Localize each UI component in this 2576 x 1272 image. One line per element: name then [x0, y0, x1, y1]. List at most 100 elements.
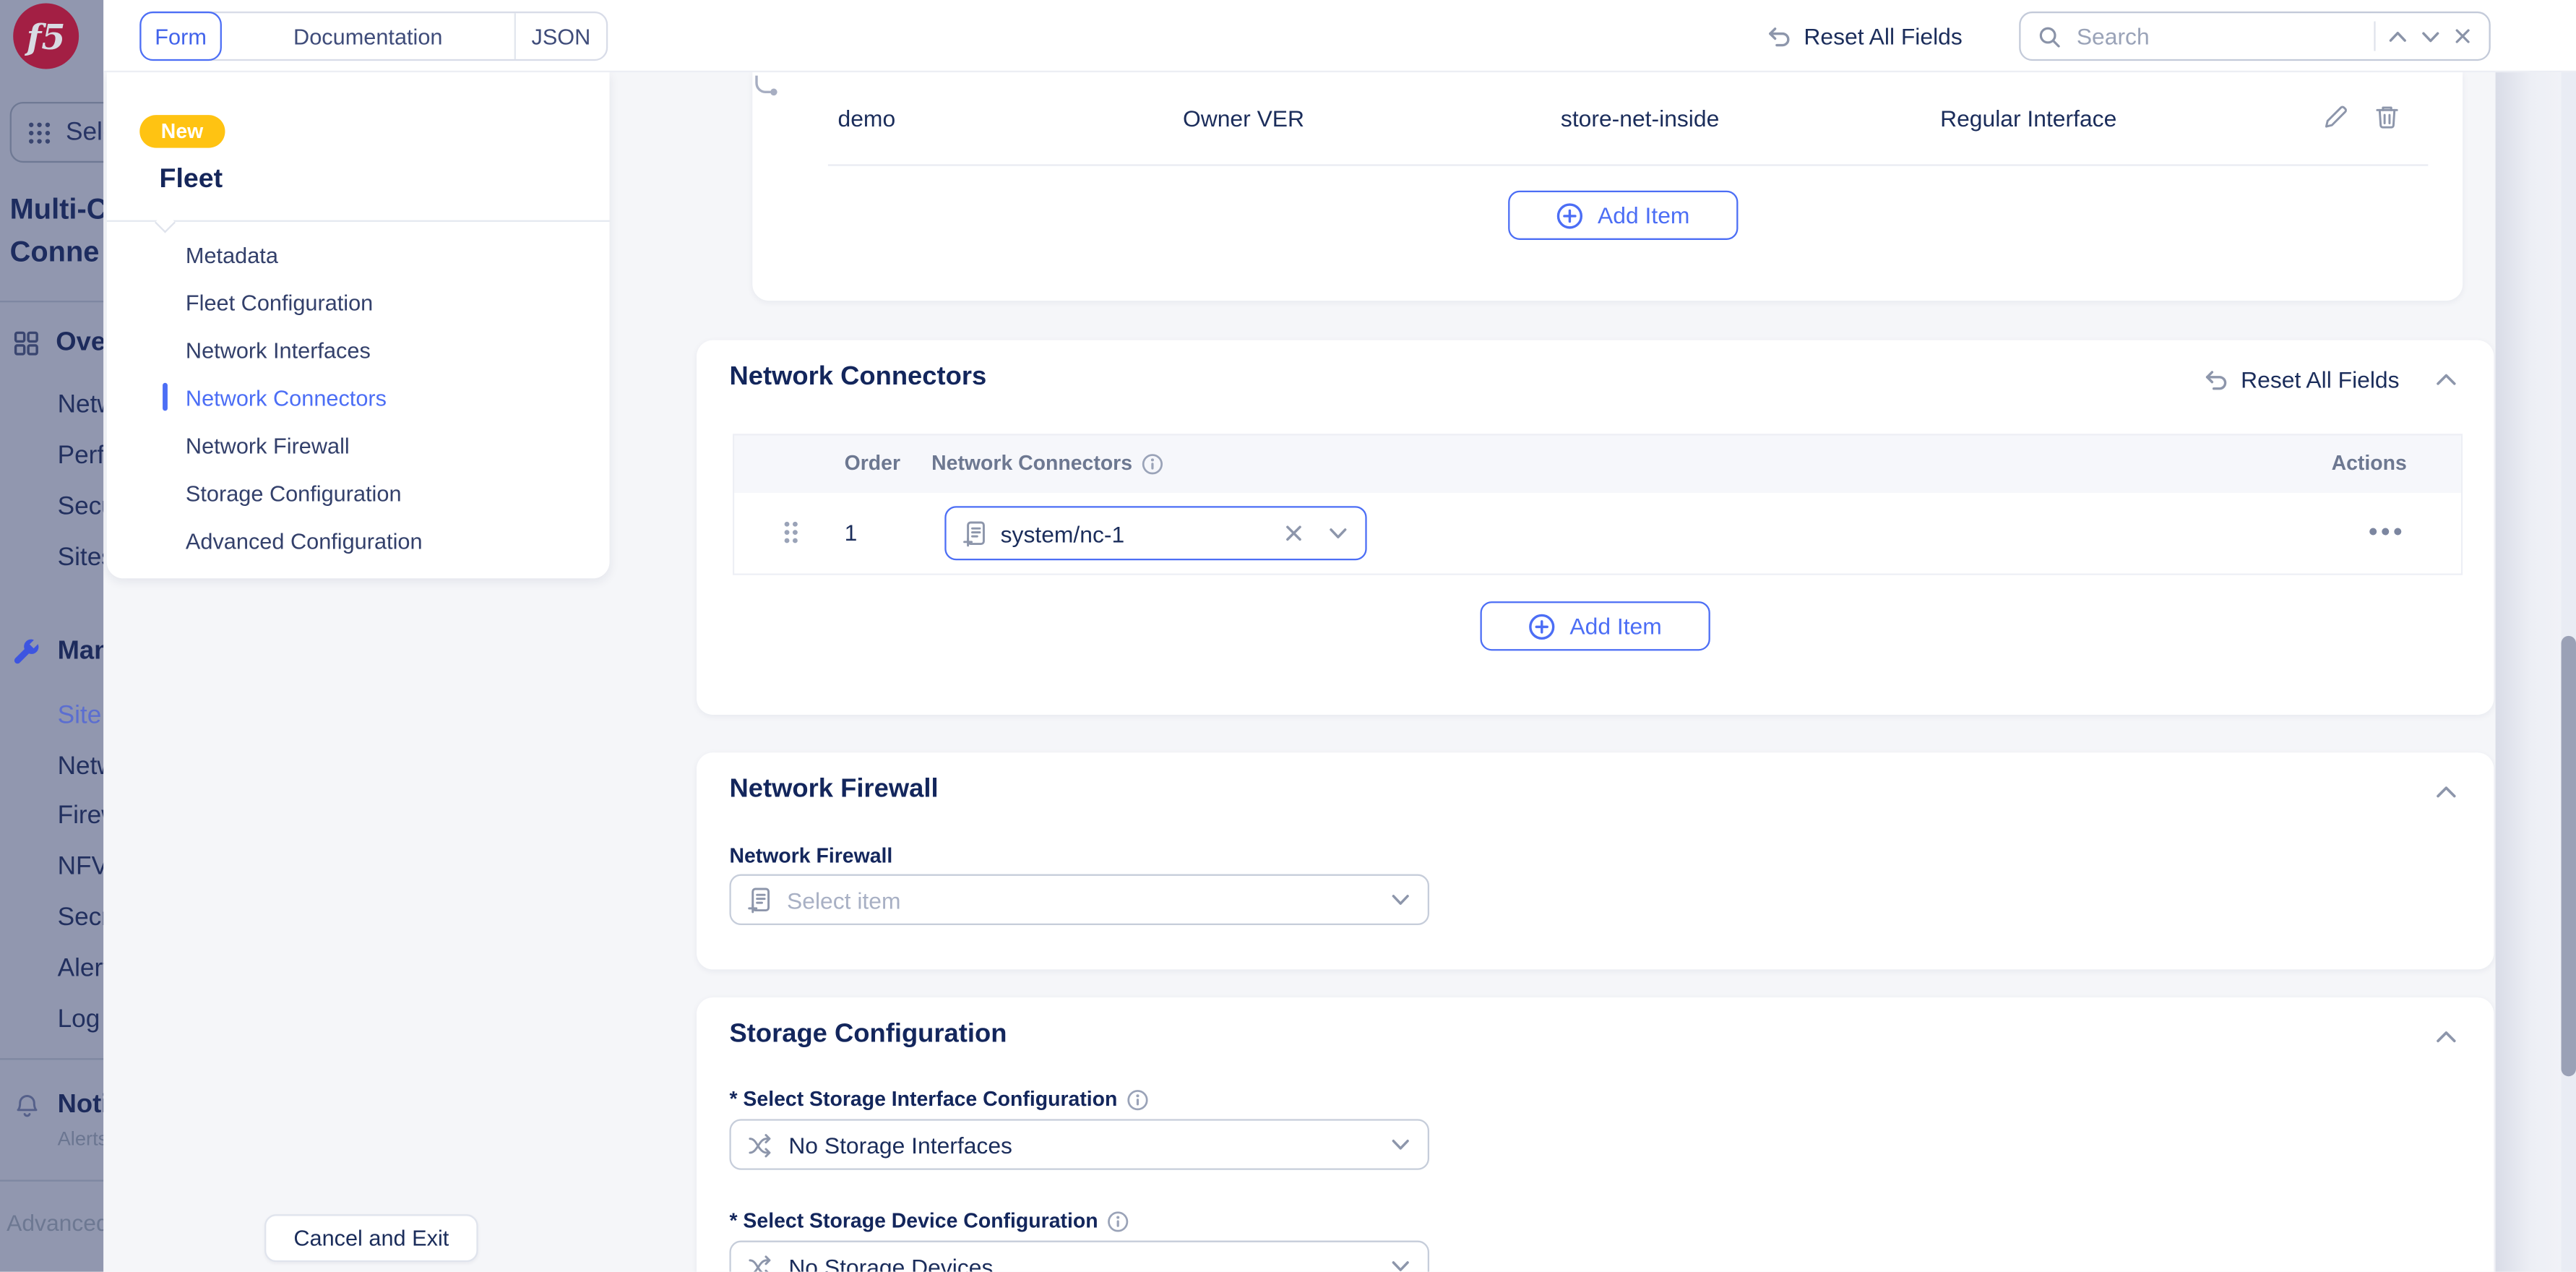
- sidebar-item-label: Netw: [57, 391, 104, 419]
- info-icon[interactable]: [1142, 452, 1164, 474]
- shuffle-icon: [749, 1255, 771, 1272]
- fleet-form-modal: New Fleet Metadata Fleet Configuration N…: [103, 72, 2496, 1272]
- chevron-down-icon[interactable]: [1390, 889, 1411, 911]
- network-interfaces-table-card: demo Owner VER store-net-inside Regular …: [752, 72, 2463, 301]
- chevron-down-icon[interactable]: [1327, 523, 1349, 544]
- sidebar-item-overview[interactable]: Ove: [13, 327, 103, 359]
- sidebar-item-label: Secu: [57, 493, 104, 521]
- tab-json[interactable]: JSON: [514, 13, 606, 59]
- add-item-button[interactable]: Add Item: [1480, 601, 1710, 651]
- delete-icon[interactable]: [2372, 102, 2402, 132]
- collapse-chevron-icon[interactable]: [2434, 1027, 2457, 1047]
- scrollbar-thumb[interactable]: [2561, 635, 2576, 1077]
- network-firewall-card: Network Firewall Network Firewall Select…: [697, 752, 2494, 970]
- sidebar-item-networking[interactable]: Netw: [58, 390, 104, 422]
- add-item-label: Add Item: [1598, 202, 1690, 229]
- sidebar-item-label: Noti: [57, 1091, 104, 1120]
- fleet-nav-panel: New Fleet Metadata Fleet Configuration N…: [106, 72, 610, 579]
- grid-9-icon: [29, 121, 51, 143]
- info-icon[interactable]: [1108, 1210, 1129, 1232]
- collapse-chevron-icon[interactable]: [2434, 782, 2457, 802]
- fleet-nav-network-connectors[interactable]: Network Connectors: [186, 381, 387, 413]
- row-divider: [827, 164, 2429, 166]
- collapse-chevron-icon[interactable]: [2434, 370, 2457, 390]
- column-header-actions: Actions: [2331, 452, 2407, 476]
- sidebar-divider: [0, 1058, 104, 1060]
- sidebar-item-site-management[interactable]: Site: [58, 700, 102, 733]
- fleet-nav-advanced-configuration[interactable]: Advanced Configuration: [186, 524, 423, 556]
- sidebar-item-log-management[interactable]: Log M: [58, 1004, 104, 1036]
- network-connector-select[interactable]: system/nc-1: [944, 506, 1367, 561]
- reset-all-fields-button[interactable]: Reset All Fields: [1766, 0, 1963, 72]
- sidebar-item-sites[interactable]: Sites: [58, 542, 104, 575]
- order-cell: 1: [844, 519, 858, 546]
- edit-icon[interactable]: [2322, 102, 2351, 132]
- clear-selection-icon[interactable]: [1283, 523, 1305, 544]
- tab-form[interactable]: Form: [139, 11, 222, 61]
- fleet-nav-label: Storage Configuration: [185, 481, 402, 506]
- connectors-table-header: Order Network Connectors Actions: [734, 435, 2461, 494]
- fleet-nav-label: Advanced Configuration: [185, 528, 423, 554]
- sidebar-item-advanced[interactable]: Advanced: [7, 1209, 103, 1235]
- tab-label: Form: [155, 23, 207, 49]
- reference-doc-icon: [748, 887, 770, 913]
- tab-label: Documentation: [293, 23, 443, 49]
- f5-logo-text: f5: [26, 15, 66, 57]
- select-service-button[interactable]: Sele: [9, 101, 104, 163]
- notifications-subtitle: Alerts: [58, 1127, 104, 1151]
- tab-documentation[interactable]: Documentation: [222, 13, 514, 59]
- search-box[interactable]: [2019, 11, 2491, 61]
- selected-value: No Storage Devices: [788, 1252, 994, 1272]
- search-close-icon[interactable]: [2452, 26, 2472, 46]
- f5-logo: f5: [13, 3, 79, 69]
- fleet-nav-network-firewall[interactable]: Network Firewall: [186, 429, 350, 461]
- sidebar-item-notifications[interactable]: Noti: [13, 1089, 103, 1122]
- form-view-tabs: Form Documentation JSON: [139, 11, 608, 61]
- section-title: Network Connectors: [729, 363, 987, 392]
- chevron-down-icon[interactable]: [1390, 1134, 1411, 1156]
- sidebar-item-secrets[interactable]: Secr: [58, 902, 104, 934]
- fleet-nav-label: Fleet Configuration: [185, 290, 374, 315]
- section-title: Storage Configuration: [729, 1020, 1007, 1049]
- fleet-title-text: Fleet: [159, 164, 223, 194]
- add-item-button[interactable]: Add Item: [1508, 190, 1739, 240]
- sidebar-item-security[interactable]: Secu: [58, 491, 104, 524]
- sidebar-item-label: Netw: [57, 752, 104, 781]
- search-next-icon[interactable]: [2420, 25, 2442, 47]
- sidebar-item-performance[interactable]: Perfo: [58, 440, 104, 473]
- sidebar-item-firewall[interactable]: Firew: [58, 800, 104, 833]
- shuffle-icon: [749, 1133, 771, 1157]
- chevron-down-icon[interactable]: [1390, 1255, 1411, 1272]
- sidebar-item-label: Firew: [57, 802, 104, 830]
- info-icon[interactable]: [1127, 1088, 1149, 1110]
- table-row: 1 system/nc-1: [734, 493, 2461, 574]
- fleet-nav-metadata[interactable]: Metadata: [186, 239, 278, 271]
- field-label-storage-device: * Select Storage Device Configuration: [729, 1209, 1129, 1232]
- selected-value: No Storage Interfaces: [788, 1131, 1012, 1158]
- storage-device-select[interactable]: No Storage Devices: [729, 1240, 1430, 1272]
- sidebar-item-networking-manage[interactable]: Netw: [58, 751, 104, 783]
- select-service-label: Sele: [65, 117, 103, 146]
- search-prev-icon[interactable]: [2387, 25, 2409, 47]
- fleet-nav-fleet-configuration[interactable]: Fleet Configuration: [186, 286, 373, 319]
- cancel-and-exit-button[interactable]: Cancel and Exit: [264, 1214, 478, 1263]
- page-scrollbar[interactable]: [2561, 72, 2576, 1272]
- interface-network-cell: store-net-inside: [1560, 105, 1720, 132]
- undo-icon: [1769, 27, 1790, 47]
- fleet-nav-label: Network Interfaces: [185, 338, 371, 363]
- select-placeholder: Select item: [787, 886, 901, 913]
- field-label-storage-interface: * Select Storage Interface Configuration: [729, 1088, 1148, 1111]
- fleet-nav-network-interfaces[interactable]: Network Interfaces: [186, 334, 371, 366]
- storage-interface-select[interactable]: No Storage Interfaces: [729, 1119, 1430, 1170]
- plus-circle-icon: [1530, 613, 1556, 639]
- network-firewall-select[interactable]: Select item: [729, 874, 1430, 926]
- fleet-nav-storage-configuration[interactable]: Storage Configuration: [186, 476, 402, 509]
- drag-handle-icon[interactable]: [784, 521, 798, 544]
- sidebar-item-nfv[interactable]: NFV: [58, 851, 104, 884]
- sidebar-item-manage[interactable]: Man: [13, 636, 103, 669]
- sidebar-item-alerts[interactable]: Alert: [58, 953, 104, 986]
- section-reset-all-fields-button[interactable]: Reset All Fields: [2203, 366, 2400, 392]
- row-actions-menu-icon[interactable]: [2369, 528, 2402, 536]
- search-input[interactable]: [2073, 21, 2363, 51]
- search-divider: [2374, 21, 2376, 51]
